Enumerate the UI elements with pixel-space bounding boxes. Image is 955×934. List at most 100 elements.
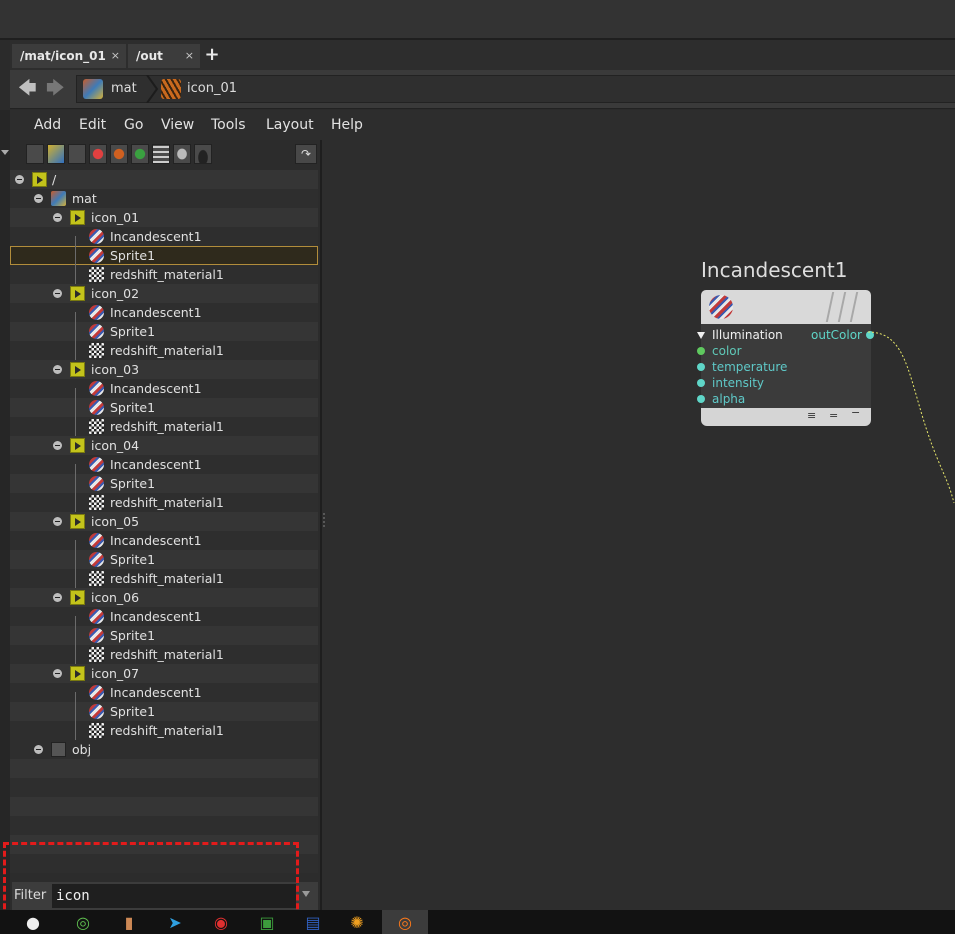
tree-item-icon-01[interactable]: icon_01 <box>10 208 318 227</box>
tree-item-redshift-material1[interactable]: redshift_material1 <box>10 265 318 284</box>
menu-add[interactable]: Add <box>34 110 61 140</box>
pane-dropdown-icon[interactable] <box>1 150 9 155</box>
menu-help[interactable]: Help <box>331 110 363 140</box>
network-editor[interactable]: Incandescent1 Illumination outColor colo… <box>322 140 955 910</box>
collapse-toggle-icon[interactable] <box>53 669 62 678</box>
collapse-toggle-icon[interactable] <box>53 365 62 374</box>
hat-filter-icon[interactable] <box>194 144 212 164</box>
tab-out[interactable]: /out × <box>128 44 200 68</box>
tree-item-sprite1[interactable]: Sprite1 <box>10 322 318 341</box>
layers-filter-icon[interactable] <box>152 144 170 164</box>
tab-close-icon[interactable]: × <box>185 44 194 68</box>
filter-dropdown-icon[interactable] <box>302 891 310 897</box>
collapse-node-icon[interactable]: − <box>851 406 860 419</box>
tree-item-incandescent1[interactable]: Incandescent1 <box>10 227 318 246</box>
show-menu-icon[interactable]: ≡ <box>807 409 816 422</box>
node-header[interactable] <box>701 290 871 324</box>
tool-filter-icon[interactable] <box>68 144 86 164</box>
tree-options-button[interactable]: ↷ <box>295 144 317 164</box>
tree-item-incandescent1[interactable]: Incandescent1 <box>10 683 318 702</box>
expand-toggle-icon[interactable] <box>34 745 43 754</box>
redshift-material-icon <box>89 723 104 738</box>
tree-item-icon-02[interactable]: icon_02 <box>10 284 318 303</box>
tree-item-sprite1[interactable]: Sprite1 <box>10 398 318 417</box>
activity-monitor-icon[interactable]: ▮ <box>118 912 140 934</box>
collapse-toggle-icon[interactable] <box>53 517 62 526</box>
collapse-toggle-icon[interactable] <box>53 441 62 450</box>
tree-item-sprite1[interactable]: Sprite1 <box>10 550 318 569</box>
tree-item-sprite1[interactable]: Sprite1 <box>10 626 318 645</box>
collapse-toggle-icon[interactable] <box>34 194 43 203</box>
tab-mat-icon-01[interactable]: /mat/icon_01 × <box>12 44 126 68</box>
telegram-icon[interactable]: ➤ <box>164 912 186 934</box>
tree-item-incandescent1[interactable]: Incandescent1 <box>10 379 318 398</box>
tree-item-sprite1[interactable]: Sprite1 <box>10 474 318 493</box>
input-port-alpha[interactable] <box>697 395 705 403</box>
node-flag-stripe[interactable] <box>837 292 847 322</box>
node-incandescent[interactable]: Illumination outColor color temperature … <box>697 290 874 426</box>
menu-view[interactable]: View <box>161 110 194 140</box>
group-collapse-icon[interactable] <box>697 332 705 339</box>
tree-item-incandescent1[interactable]: Incandescent1 <box>10 455 318 474</box>
show-connected-icon[interactable]: = <box>829 409 838 422</box>
tree-item-incandescent1[interactable]: Incandescent1 <box>10 607 318 626</box>
save-disk-icon[interactable]: ▤ <box>302 912 324 934</box>
input-port-temperature[interactable] <box>697 363 705 371</box>
tree-item-mat[interactable]: mat <box>10 189 318 208</box>
collapse-toggle-icon[interactable] <box>53 593 62 602</box>
connection-wire[interactable] <box>862 325 955 505</box>
redshift-material-icon <box>89 267 104 282</box>
collapse-toggle-icon[interactable] <box>15 175 24 184</box>
cop-filter-icon[interactable] <box>173 144 191 164</box>
menu-go[interactable]: Go <box>124 110 143 140</box>
shader-filter-icon[interactable] <box>89 144 107 164</box>
chrome-icon[interactable]: ◎ <box>72 912 94 934</box>
input-port-intensity[interactable] <box>697 379 705 387</box>
tree-item-label: redshift_material1 <box>110 571 224 586</box>
node-flag-stripe[interactable] <box>849 292 859 322</box>
breadcrumb-item-icon-01[interactable]: icon_01 <box>187 76 237 102</box>
tree-item-incandescent1[interactable]: Incandescent1 <box>10 531 318 550</box>
tree-empty-row <box>10 759 318 778</box>
back-arrow-icon[interactable]: 🡄 <box>18 80 37 98</box>
pane-splitter-handle[interactable] <box>322 510 326 530</box>
apple-icon[interactable]: ● <box>22 912 44 934</box>
collapse-toggle-icon[interactable] <box>53 213 62 222</box>
menu-tools[interactable]: Tools <box>211 110 246 140</box>
tree-item-icon-05[interactable]: icon_05 <box>10 512 318 531</box>
sun-app-icon[interactable]: ✺ <box>346 912 368 934</box>
forward-arrow-icon[interactable]: 🡆 <box>46 80 65 98</box>
tree-item-redshift-material1[interactable]: redshift_material1 <box>10 493 318 512</box>
node-flag-stripe[interactable] <box>825 292 835 322</box>
breadcrumb-item-mat[interactable]: mat <box>111 76 137 102</box>
folder-icon <box>70 286 85 301</box>
tree-item-sprite1[interactable]: Sprite1 <box>10 702 318 721</box>
tree-item-redshift-material1[interactable]: redshift_material1 <box>10 721 318 740</box>
input-port-color[interactable] <box>697 347 705 355</box>
mat-filter-icon[interactable] <box>47 144 65 164</box>
tree-item-icon-07[interactable]: icon_07 <box>10 664 318 683</box>
add-tab-button[interactable]: + <box>202 44 222 68</box>
menu-edit[interactable]: Edit <box>79 110 106 140</box>
tree-item-icon-03[interactable]: icon_03 <box>10 360 318 379</box>
tree-item-icon-06[interactable]: icon_06 <box>10 588 318 607</box>
tree-item-redshift-material1[interactable]: redshift_material1 <box>10 417 318 436</box>
collapse-toggle-icon[interactable] <box>53 289 62 298</box>
vivaldi-icon[interactable]: ◉ <box>210 912 232 934</box>
tree-item-root[interactable]: / <box>10 170 318 189</box>
spreadsheet-icon[interactable]: ▣ <box>256 912 278 934</box>
tree-item-redshift-material1[interactable]: redshift_material1 <box>10 341 318 360</box>
tree-item-incandescent1[interactable]: Incandescent1 <box>10 303 318 322</box>
tree-item-redshift-material1[interactable]: redshift_material1 <box>10 645 318 664</box>
tree-item-icon-04[interactable]: icon_04 <box>10 436 318 455</box>
obj-filter-icon[interactable] <box>26 144 44 164</box>
vop-filter-icon[interactable] <box>110 144 128 164</box>
folder-icon <box>70 438 85 453</box>
menu-layout[interactable]: Layout <box>266 110 314 140</box>
tree-item-sprite1[interactable]: Sprite1 <box>10 246 318 265</box>
tab-close-icon[interactable]: × <box>111 44 120 68</box>
houdini-app-button[interactable]: ◎ <box>382 910 428 934</box>
tree-item-obj[interactable]: obj <box>10 740 318 759</box>
tree-item-redshift-material1[interactable]: redshift_material1 <box>10 569 318 588</box>
chop-filter-icon[interactable] <box>131 144 149 164</box>
